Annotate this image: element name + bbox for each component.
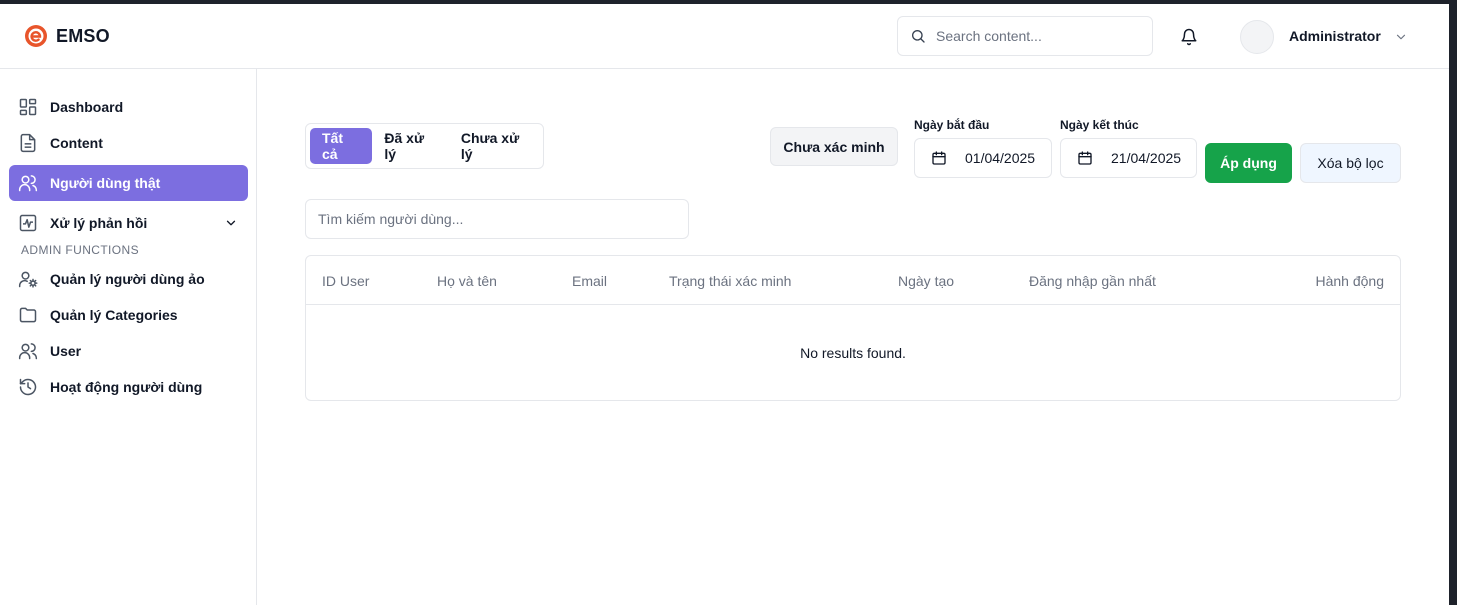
sidebar-item-label: Quản lý người dùng ảo	[50, 271, 205, 287]
user-search-input[interactable]	[318, 211, 678, 227]
end-date-picker[interactable]: 21/04/2025	[1060, 138, 1197, 178]
brand-logo[interactable]: EMSO	[24, 24, 110, 48]
users-icon	[18, 343, 38, 360]
column-header-actions: Hành động	[1315, 273, 1384, 289]
sidebar-item-label: User	[50, 343, 82, 359]
tab-processed[interactable]: Đã xử lý	[372, 128, 448, 164]
global-search[interactable]	[897, 16, 1153, 56]
user-name[interactable]: Administrator	[1289, 28, 1381, 44]
column-header-last-login[interactable]: Đăng nhập gần nhất	[1029, 273, 1156, 289]
sidebar-item-label: Xử lý phản hồi	[50, 215, 148, 231]
end-date-group: Ngày kết thúc 21/04/2025	[1060, 118, 1197, 178]
start-date-group: Ngày bắt đầu 01/04/2025	[914, 118, 1052, 178]
admin-section-label: ADMIN FUNCTIONS	[21, 243, 139, 257]
sidebar-item-label: Hoạt động người dùng	[50, 379, 203, 395]
sidebar-item-virtual-users[interactable]: Quản lý người dùng ảo	[9, 261, 248, 297]
start-date-value: 01/04/2025	[965, 150, 1036, 166]
apply-button[interactable]: Áp dụng	[1205, 143, 1292, 183]
sidebar-item-label: Người dùng thật	[50, 175, 161, 191]
end-date-label: Ngày kết thúc	[1060, 118, 1139, 132]
start-date-picker[interactable]: 01/04/2025	[914, 138, 1052, 178]
column-header-id[interactable]: ID User	[322, 273, 369, 289]
column-header-created[interactable]: Ngày tạo	[898, 273, 954, 289]
dashboard-icon	[19, 98, 37, 116]
column-header-name[interactable]: Họ và tên	[437, 273, 497, 289]
column-header-verification[interactable]: Trạng thái xác minh	[669, 273, 791, 289]
status-tabs: Tất cả Đã xử lý Chưa xử lý	[305, 123, 544, 169]
sidebar-item-label: Content	[50, 135, 103, 151]
users-table: ID User Họ và tên Email Trạng thái xác m…	[305, 255, 1401, 401]
sidebar-item-label: Dashboard	[50, 99, 124, 115]
sidebar-item-user-activity[interactable]: Hoạt động người dùng	[9, 369, 248, 405]
sidebar-item-dashboard[interactable]: Dashboard	[9, 89, 248, 125]
calendar-icon	[1078, 151, 1092, 165]
sidebar-item-content[interactable]: Content	[9, 125, 248, 161]
tab-all[interactable]: Tất cả	[310, 128, 373, 164]
sidebar-item-real-users[interactable]: Người dùng thật	[9, 165, 248, 201]
start-date-label: Ngày bắt đầu	[914, 118, 990, 132]
history-icon	[19, 378, 37, 396]
sidebar-item-label: Quản lý Categories	[50, 307, 178, 323]
top-header: EMSO Administrator	[0, 4, 1449, 69]
unverified-filter-button[interactable]: Chưa xác minh	[770, 127, 898, 166]
sidebar-item-categories[interactable]: Quản lý Categories	[9, 297, 248, 333]
user-cog-icon	[18, 271, 38, 288]
chevron-down-icon[interactable]	[1394, 30, 1408, 44]
empty-state-message: No results found.	[800, 345, 906, 361]
folder-icon	[19, 307, 37, 323]
app-window: EMSO Administrator Dashboard Content Ngư…	[0, 4, 1449, 605]
calendar-icon	[932, 151, 946, 165]
activity-icon	[19, 214, 37, 232]
search-icon	[912, 30, 925, 43]
sidebar-item-user[interactable]: User	[9, 333, 248, 369]
user-search-field[interactable]	[305, 199, 689, 239]
sidebar-item-feedback[interactable]: Xử lý phản hồi	[9, 205, 248, 241]
user-avatar[interactable]	[1240, 20, 1274, 54]
emso-logo-icon	[25, 25, 47, 47]
sidebar: Dashboard Content Người dùng thật Xử lý …	[0, 69, 257, 605]
column-header-email[interactable]: Email	[572, 273, 607, 289]
brand-name: EMSO	[56, 25, 110, 46]
search-input[interactable]	[936, 28, 1136, 44]
document-icon	[20, 133, 36, 153]
tab-unprocessed[interactable]: Chưa xử lý	[449, 128, 543, 164]
clear-filter-button[interactable]: Xóa bộ lọc	[1300, 143, 1401, 183]
users-icon	[18, 175, 38, 192]
table-header: ID User Họ và tên Email Trạng thái xác m…	[306, 256, 1400, 305]
notification-bell-icon[interactable]	[1180, 28, 1198, 46]
chevron-down-icon[interactable]	[224, 216, 238, 230]
end-date-value: 21/04/2025	[1111, 150, 1182, 166]
